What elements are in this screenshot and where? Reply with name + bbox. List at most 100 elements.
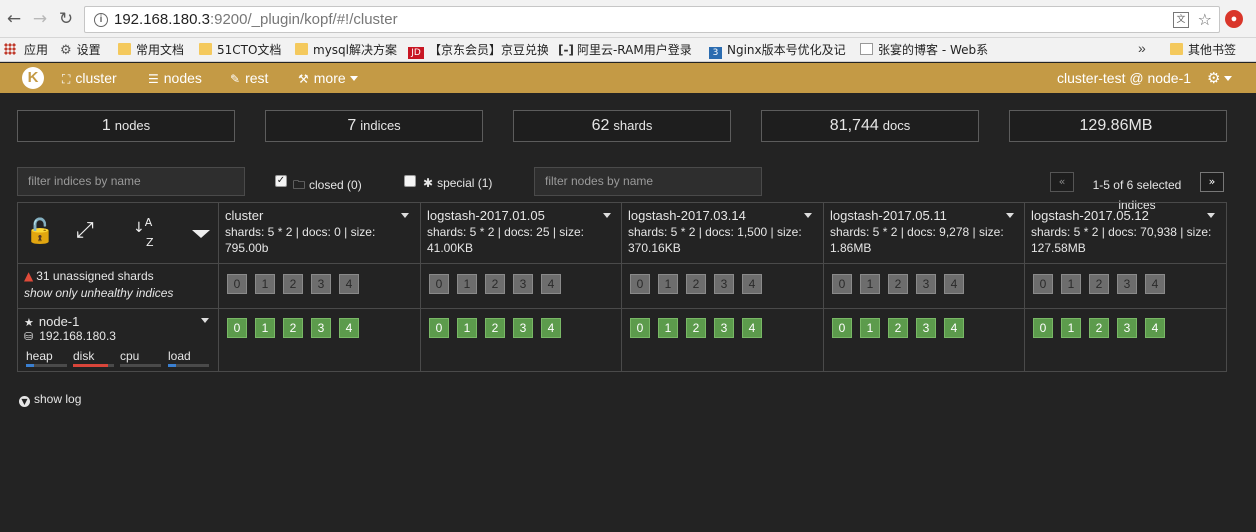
unassigned-shard[interactable]: 0 — [630, 274, 650, 294]
unassigned-shard[interactable]: 1 — [658, 274, 678, 294]
node-name[interactable]: ★ node-1 — [24, 314, 79, 329]
nav-cluster[interactable]: ⛶ cluster — [62, 70, 117, 87]
node-menu-caret-icon[interactable] — [201, 318, 209, 323]
started-shard[interactable]: 4 — [541, 318, 561, 338]
unassigned-shard[interactable]: 1 — [860, 274, 880, 294]
bookmark-aliyun[interactable]: [-] 阿里云-RAM用户登录 — [558, 41, 696, 59]
started-shard[interactable]: 2 — [888, 318, 908, 338]
index-header-logstash-2017-01-05[interactable]: logstash-2017.01.05 shards: 5 * 2 | docs… — [421, 203, 621, 263]
forward-arrow-icon[interactable]: → — [30, 9, 50, 29]
started-shard[interactable]: 0 — [227, 318, 247, 338]
unassigned-shard[interactable]: 4 — [1145, 274, 1165, 294]
unassigned-shard[interactable]: 2 — [485, 274, 505, 294]
started-shard[interactable]: 1 — [860, 318, 880, 338]
started-shard[interactable]: 4 — [742, 318, 762, 338]
bookmarks-overflow-chevron[interactable]: » — [1138, 40, 1146, 56]
unassigned-shard[interactable]: 1 — [457, 274, 477, 294]
unassigned-shard[interactable]: 1 — [1061, 274, 1081, 294]
site-info-icon[interactable]: i — [94, 13, 108, 27]
started-shard[interactable]: 0 — [832, 318, 852, 338]
unassigned-shard[interactable]: 3 — [916, 274, 936, 294]
filter-indices-input[interactable]: filter indices by name — [17, 167, 245, 196]
unassigned-shard[interactable]: 0 — [832, 274, 852, 294]
unassigned-shard[interactable]: 4 — [541, 274, 561, 294]
settings-gear-icon[interactable]: ⚙ — [1207, 69, 1233, 87]
address-bar[interactable]: i 192.168.180.3:9200/_plugin/kopf/#!/clu… — [84, 6, 1220, 33]
bookmark-nginx[interactable]: 3 Nginx版本号优化及记 — [709, 41, 849, 59]
back-arrow-icon[interactable]: ← — [4, 9, 24, 29]
started-shard[interactable]: 4 — [339, 318, 359, 338]
nav-more[interactable]: ⚒ more — [298, 70, 358, 87]
index-header-cluster[interactable]: cluster shards: 5 * 2 | docs: 0 | size: … — [219, 203, 419, 263]
unassigned-shard[interactable]: 0 — [227, 274, 247, 294]
filter-nodes-input[interactable]: filter nodes by name — [534, 167, 762, 196]
started-shard[interactable]: 4 — [1145, 318, 1165, 338]
unassigned-shard[interactable]: 2 — [686, 274, 706, 294]
unassigned-shard[interactable]: 3 — [714, 274, 734, 294]
show-unhealthy-toggle[interactable]: show only unhealthy indices — [24, 286, 173, 300]
index-header-logstash-2017-05-12[interactable]: logstash-2017.05.12 shards: 5 * 2 | docs… — [1025, 203, 1225, 263]
started-shard[interactable]: 1 — [255, 318, 275, 338]
started-shard[interactable]: 2 — [283, 318, 303, 338]
extension-icon[interactable]: ● — [1225, 10, 1243, 28]
index-menu-caret-icon[interactable] — [804, 213, 812, 218]
started-shard[interactable]: 3 — [311, 318, 331, 338]
unassigned-shard[interactable]: 0 — [429, 274, 449, 294]
bookmark-blog[interactable]: 张宴的博客 - Web系 — [860, 41, 1000, 59]
started-shard[interactable]: 0 — [630, 318, 650, 338]
started-shard[interactable]: 4 — [944, 318, 964, 338]
unassigned-shard[interactable]: 0 — [1033, 274, 1053, 294]
closed-checkbox[interactable]: ✓ — [275, 175, 287, 187]
index-menu-caret-icon[interactable] — [1207, 213, 1215, 218]
bookmark-folder-common-docs[interactable]: 常用文档 — [118, 41, 184, 59]
bookmark-folder-51cto[interactable]: 51CTO文档 — [199, 41, 281, 59]
unassigned-shard[interactable]: 4 — [339, 274, 359, 294]
started-shard[interactable]: 3 — [714, 318, 734, 338]
show-log-toggle[interactable]: ▼ show log — [19, 392, 81, 407]
bookmark-apps[interactable]: 应用 — [4, 41, 48, 59]
bookmark-folder-mysql[interactable]: mysql解决方案 — [295, 41, 397, 59]
unassigned-shard[interactable]: 2 — [283, 274, 303, 294]
unassigned-shard[interactable]: 2 — [888, 274, 908, 294]
expand-icon[interactable]: ⤢ — [76, 218, 94, 243]
pager-next-button[interactable]: » — [1200, 172, 1224, 192]
unassigned-shard[interactable]: 3 — [513, 274, 533, 294]
unassigned-shard[interactable]: 4 — [742, 274, 762, 294]
started-shard[interactable]: 2 — [1089, 318, 1109, 338]
unassigned-shard[interactable]: 2 — [1089, 274, 1109, 294]
started-shard[interactable]: 1 — [1061, 318, 1081, 338]
started-shard[interactable]: 1 — [658, 318, 678, 338]
index-header-logstash-2017-05-11[interactable]: logstash-2017.05.11 shards: 5 * 2 | docs… — [824, 203, 1024, 263]
started-shard[interactable]: 3 — [513, 318, 533, 338]
pager-prev-button[interactable]: « — [1050, 172, 1074, 192]
unassigned-shard[interactable]: 1 — [255, 274, 275, 294]
page-scrollbar[interactable] — [1246, 93, 1256, 532]
started-shard[interactable]: 3 — [1117, 318, 1137, 338]
started-shard[interactable]: 0 — [1033, 318, 1053, 338]
reload-icon[interactable]: ↻ — [56, 9, 76, 29]
translate-icon[interactable]: 文 — [1173, 12, 1189, 28]
url-text[interactable]: 192.168.180.3:9200/_plugin/kopf/#!/clust… — [114, 11, 398, 28]
started-shard[interactable]: 3 — [916, 318, 936, 338]
started-shard[interactable]: 2 — [686, 318, 706, 338]
index-menu-caret-icon[interactable] — [401, 213, 409, 218]
started-shard[interactable]: 0 — [429, 318, 449, 338]
unassigned-shard[interactable]: 3 — [311, 274, 331, 294]
kopf-logo[interactable]: K — [22, 67, 44, 89]
started-shard[interactable]: 1 — [457, 318, 477, 338]
index-menu-caret-icon[interactable] — [1006, 213, 1014, 218]
nav-rest[interactable]: ✎ rest — [230, 70, 268, 87]
nav-nodes[interactable]: ☰ nodes — [148, 70, 202, 87]
closed-label[interactable]: 🗀 closed (0) — [293, 176, 362, 197]
unassigned-shard[interactable]: 3 — [1117, 274, 1137, 294]
bookmark-star-icon[interactable]: ☆ — [1198, 10, 1212, 29]
index-menu-caret-icon[interactable] — [603, 213, 611, 218]
caret-down-icon[interactable] — [192, 230, 210, 238]
bookmark-jd[interactable]: JD 【京东会员】京豆兑换 — [408, 41, 548, 59]
special-label[interactable]: ✱ special (1) — [423, 176, 492, 190]
unlock-icon[interactable]: 🔓 — [25, 217, 55, 245]
started-shard[interactable]: 2 — [485, 318, 505, 338]
bookmark-settings[interactable]: ⚙ 设置 — [60, 41, 101, 59]
unassigned-shard[interactable]: 4 — [944, 274, 964, 294]
bookmark-other[interactable]: 其他书签 — [1170, 41, 1236, 59]
